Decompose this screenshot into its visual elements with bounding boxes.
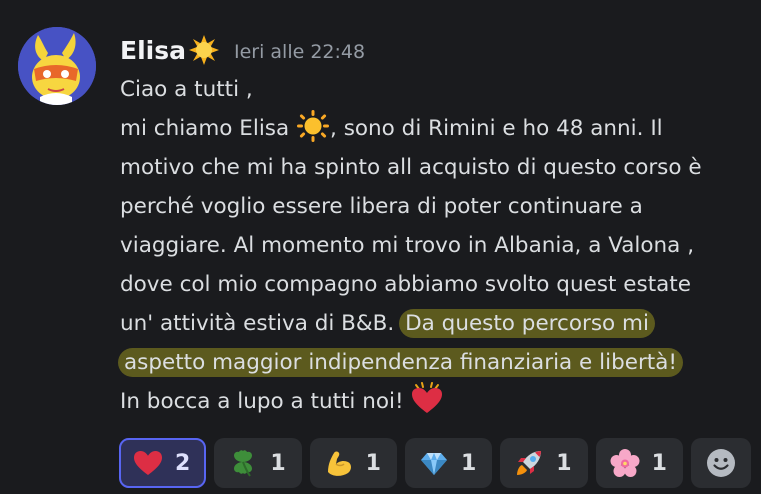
message-content: Ciao a tutti , mi chiamo Elisa , sono di… [118, 70, 750, 421]
message-line: mi chiamo Elisa , sono di Rimini e ho 48… [120, 109, 750, 148]
rocket-icon [517, 451, 542, 475]
message-text: un' attività estiva di B&B. [120, 311, 402, 336]
reaction-blossom[interactable]: 1 [595, 438, 683, 488]
message-line: perché voglio essere libera di poter con… [120, 194, 643, 219]
message-header: Elisa Ieri alle 22:48 [120, 30, 365, 70]
flexed-biceps-icon [327, 451, 351, 476]
message-line: un' attività estiva di B&B. Da questo pe… [120, 304, 750, 343]
reaction-count: 2 [175, 450, 191, 476]
reaction-count: 1 [651, 450, 667, 476]
username[interactable]: Elisa [120, 36, 186, 65]
heart-icon [412, 382, 443, 413]
reaction-gem[interactable]: 1 [404, 438, 493, 488]
add-reaction-button[interactable] [690, 438, 751, 488]
highlighted-text: Da questo percorso mi [399, 309, 655, 338]
reactions-bar: 2 1 1 1 1 1 [119, 438, 751, 488]
message-text: In bocca a lupo a tutti noi! [120, 389, 411, 414]
message-line: aspetto maggior indipendenza finanziaria… [118, 343, 750, 382]
highlighted-text: aspetto maggior indipendenza finanziaria… [118, 348, 684, 377]
message-line: Ciao a tutti , [120, 77, 253, 102]
reaction-count: 1 [365, 450, 381, 476]
reaction-count: 1 [270, 450, 286, 476]
reaction-count: 1 [460, 450, 477, 476]
sun-icon [297, 110, 330, 142]
chat-message: Elisa Ieri alle 22:48 Ciao a tutti , mi … [0, 0, 761, 494]
reaction-rocket[interactable]: 1 [500, 438, 588, 488]
smiley-icon [706, 449, 735, 477]
sun-icon [188, 35, 219, 65]
message-text: mi chiamo Elisa [120, 116, 297, 141]
message-line: viaggiare. Al momento mi trovo in Albani… [120, 233, 695, 258]
message-line: motivo che mi ha spinto all acquisto di … [120, 155, 702, 180]
heart-icon [134, 451, 162, 475]
gem-icon [420, 453, 447, 475]
message-text: , sono di Rimini e ho 48 anni. Il [330, 116, 663, 141]
cherry-blossom-icon [610, 449, 640, 477]
reaction-heart[interactable]: 2 [119, 438, 207, 488]
four-leaf-clover-icon [234, 450, 253, 477]
reaction-count: 1 [556, 450, 572, 476]
timestamp: Ieri alle 22:48 [233, 40, 366, 63]
reaction-biceps[interactable]: 1 [309, 438, 397, 488]
reaction-clover[interactable]: 1 [214, 438, 302, 488]
message-line: dove col mio compagno abbiamo svolto que… [120, 272, 691, 297]
avatar[interactable] [18, 27, 96, 105]
message-line: In bocca a lupo a tutti noi! [120, 382, 750, 421]
